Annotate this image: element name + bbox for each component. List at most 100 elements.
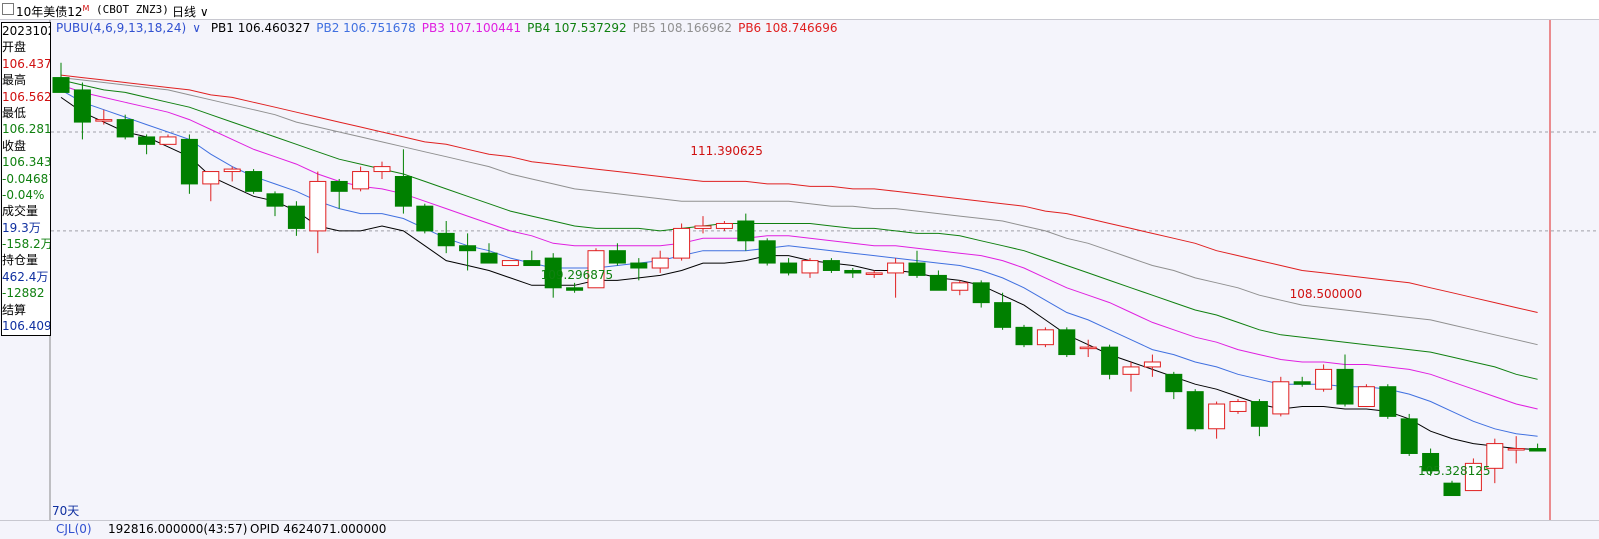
indicator-dropdown-icon[interactable]: ∨ [192,21,201,35]
candle-body [822,260,840,271]
indicator-line-pb1 [60,96,1538,450]
candle-body [1229,401,1247,412]
candle-body [394,175,412,207]
title-bar: 10年美债12M (CBOT ZNZ3) 日线 ∨ [0,0,1599,20]
quote-info-panel: 20231025 开盘106.4375 最高106.5625最低 106.2812收盘… [1,22,51,336]
instrument-code: (CBOT ZNZ3) [96,3,169,16]
volume-value: 192816.000000(43:57) [108,522,248,536]
checkbox-icon[interactable] [2,3,14,15]
quote-panel-row: 收盘 [2,138,27,153]
candle-body [1143,361,1161,368]
candle-body [715,222,733,229]
candle-body [138,136,156,145]
open-interest-value: OPID 4624071.000000 [250,522,387,536]
price-annotation: 111.390625 [690,144,763,159]
candle-body [887,262,905,274]
candle-body [1272,381,1290,415]
candle-body [266,193,284,207]
quote-panel-row: -0.04687 [2,171,50,186]
candle-body [673,227,691,259]
candle-body [780,262,798,274]
indicator-legend: PUBU(4,6,9,13,18,24) ∨ PB1 106.460327 PB2 … [56,21,850,37]
quote-panel-row: -12882 [2,286,45,301]
period-selector[interactable]: 日线 ∨ [172,3,209,20]
quote-panel-row: -0.04% [2,187,45,202]
quote-panel-row: 106.4096 [2,319,50,334]
candle-body [159,136,177,145]
days-count-label: 70天 [52,504,80,518]
candle-body [73,89,91,123]
candle-body [1336,368,1354,405]
candle-body [972,282,990,304]
chevron-down-icon: ∨ [199,5,209,19]
indicator-value-pb4: PB4 107.537292 [527,21,627,35]
candle-body [1058,329,1076,356]
candle-body [1079,346,1097,350]
quote-panel-row: 结算 [2,302,27,317]
candle-body [1165,373,1183,393]
quote-panel-row: 106.2812 [2,122,50,137]
indicator-value-pb1: PB1 106.460327 [210,21,311,35]
candle-body [437,232,455,247]
quote-panel-row: 20231025 [2,24,50,38]
indicator-name[interactable]: PUBU(4,6,9,13,18,24) [56,21,186,35]
candle-body [287,205,305,229]
candle-body [309,180,327,232]
candle-body [202,171,220,185]
candle-body [416,205,434,232]
candle-body [630,262,648,269]
candle-body [1400,418,1418,454]
instrument-name: 10年美债12M [16,3,89,20]
instrument-label: 10年美债12 [16,5,83,19]
candle-body [1122,366,1140,375]
candle-body [994,302,1012,328]
candle-body [1529,448,1547,452]
candle-body [844,269,862,274]
period-label: 日线 [172,5,197,19]
candle-body [865,272,883,275]
volume-indicator-name[interactable]: CJL(0) [56,522,92,536]
quote-panel-row: -158.2万 [2,237,50,252]
indicator-value-pb5: PB5 108.166962 [632,21,733,35]
quote-panel-row: 106.4375 [2,56,50,71]
candle-body [1379,386,1397,417]
candle-body [1293,381,1311,385]
indicator-value-pb3: PB3 107.100441 [421,21,522,35]
candle-body [1186,391,1204,430]
quote-panel-row: 462.4万 [2,269,49,284]
candle-body [608,250,626,264]
quote-panel-row: 最低 [2,105,27,120]
candle-body [1443,482,1461,497]
candle-body [352,171,370,190]
candle-body [459,245,477,252]
candle-body [373,166,391,173]
candlestick-chart[interactable] [0,0,1599,538]
candle-body [1101,346,1119,375]
price-annotation: 109.296875 [540,267,614,282]
indicator-value-pb2: PB2 106.751678 [316,21,416,35]
candle-body [1357,386,1375,407]
indicator-value-pb6: PB6 108.746696 [738,21,838,35]
indicator-line-pb5 [60,77,1538,346]
quote-panel-row: 最高 [2,73,27,88]
candle-body [1315,368,1333,390]
candle-body [223,168,241,173]
candle-body [1208,403,1226,430]
candle-body [245,171,263,192]
candle-body [1036,329,1054,346]
volume-indicator-bar: CJL(0) 192816.000000(43:57) OPID 4624071… [0,520,1599,539]
candle-body [908,262,926,276]
indicator-line-pb4 [60,79,1538,380]
quote-panel-row: 19.3万 [2,220,41,235]
instrument-sup: M [82,4,90,13]
candle-body [1250,401,1268,427]
candle-body [501,260,519,267]
price-annotation: 105.328125 [1418,463,1491,478]
candle-body [566,287,584,291]
candle-body [523,260,541,267]
candle-body [95,119,113,122]
quote-panel-row: 持仓量 [2,253,39,268]
candle-body [694,225,712,229]
quote-panel-row: 成交量 [2,204,39,219]
candle-body [801,260,819,274]
